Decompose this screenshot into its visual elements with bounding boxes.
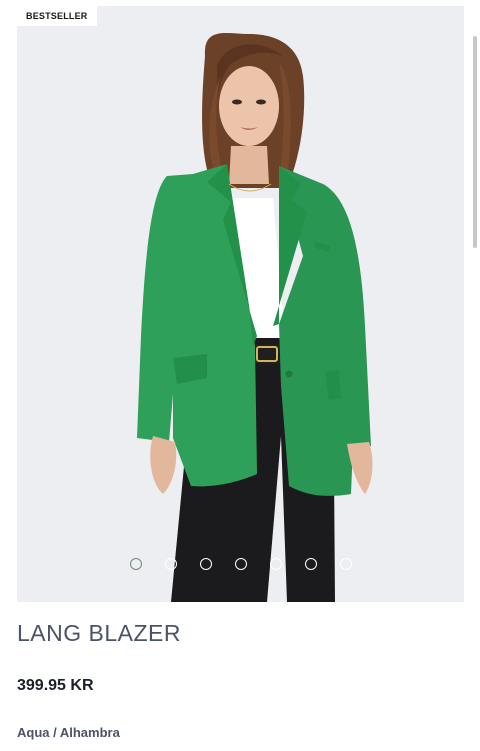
bestseller-badge: BESTSELLER: [17, 6, 97, 26]
product-price: 399.95 KR: [17, 677, 94, 694]
gallery-dot-6[interactable]: [304, 558, 317, 570]
gallery-dot-5[interactable]: [269, 558, 282, 570]
product-image: [137, 33, 373, 602]
gallery-dot-1[interactable]: [129, 558, 142, 570]
product-page: BESTSELLER LANG BLAZER 399.95 KR Aqua / …: [0, 0, 480, 751]
page-scrollbar[interactable]: [473, 36, 477, 248]
gallery-pagination: [17, 558, 464, 574]
gallery-dot-2[interactable]: [164, 558, 177, 570]
product-image-gallery[interactable]: BESTSELLER: [17, 6, 464, 602]
gallery-dot-4[interactable]: [234, 558, 247, 570]
gallery-dot-3[interactable]: [199, 558, 212, 570]
product-color-name: Aqua / Alhambra: [17, 725, 120, 740]
product-title: LANG BLAZER: [17, 620, 181, 646]
gallery-dot-7[interactable]: [339, 558, 352, 570]
